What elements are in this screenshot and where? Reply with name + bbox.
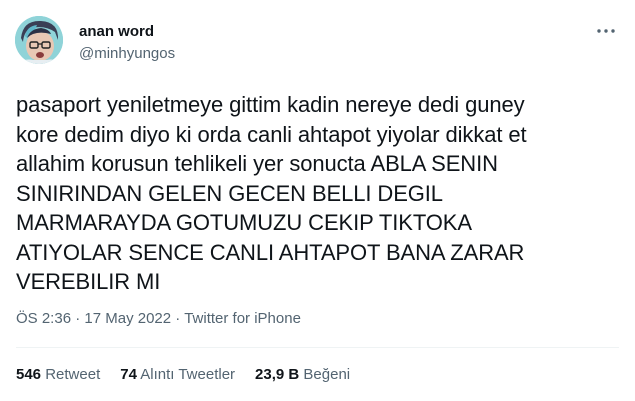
meta-separator-2: · [171,310,185,327]
quotes-label: Alıntı Tweetler [140,366,236,383]
display-name[interactable]: anan word [79,22,175,42]
tweet-stats: 546 Retweet 74 Alıntı Tweetler 23,9 B Be… [16,365,350,385]
tweet-text: pasaport yeniletmeye gittim kadin nereye… [16,92,527,294]
author-block: anan word @minhyungos [79,22,175,64]
tweet-metadata: ÖS 2:36 · 17 May 2022 · Twitter for iPho… [16,309,301,329]
retweets-label: Retweet [45,366,101,383]
tweet-source[interactable]: Twitter for iPhone [184,310,301,327]
more-options-icon[interactable] [595,24,617,38]
likes-label: Beğeni [303,366,351,383]
meta-separator-1: · [71,310,85,327]
likes-count: 23,9 B [255,366,300,383]
tweet-time[interactable]: ÖS 2:36 [16,310,71,327]
tweet-card: anan word @minhyungos pasaport yeniletme… [0,0,635,401]
divider [16,347,619,348]
retweets-stat[interactable]: 546 Retweet [16,365,100,385]
user-handle[interactable]: @minhyungos [79,44,175,64]
tweet-date[interactable]: 17 May 2022 [84,310,171,327]
quotes-count: 74 [120,366,137,383]
quotes-stat[interactable]: 74 Alıntı Tweetler [120,365,235,385]
retweets-count: 546 [16,366,42,383]
avatar-image-icon [15,16,63,64]
avatar[interactable] [15,16,63,64]
likes-stat[interactable]: 23,9 B Beğeni [255,365,350,385]
